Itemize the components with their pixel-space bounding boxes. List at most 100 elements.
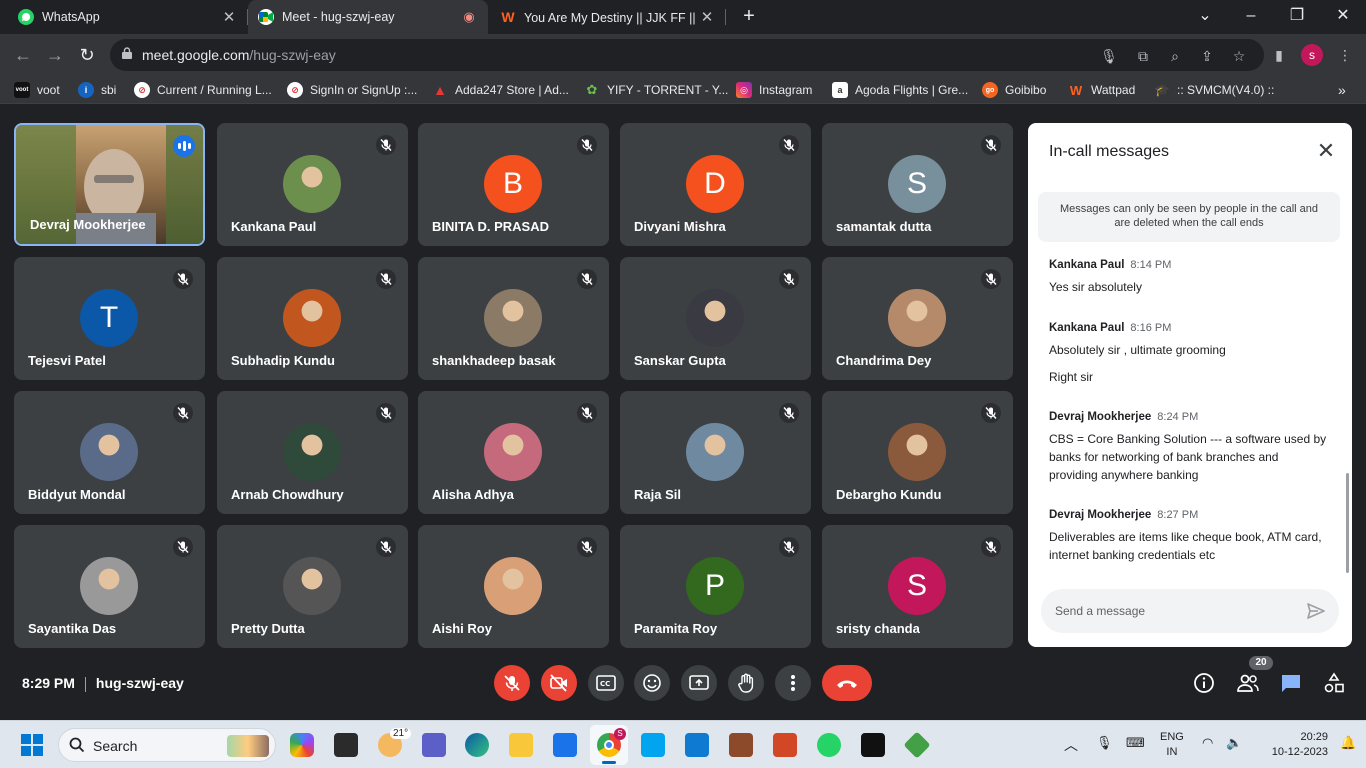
participant-tile[interactable]: D Divyani Mishra bbox=[620, 123, 811, 246]
participant-tile[interactable]: Kankana Paul bbox=[217, 123, 408, 246]
participant-tile[interactable]: P Paramita Roy bbox=[620, 525, 811, 648]
more-options-button[interactable] bbox=[775, 665, 811, 701]
windows-start-icon[interactable] bbox=[21, 734, 43, 761]
participant-tile[interactable]: Ssristy chanda bbox=[822, 525, 1013, 648]
participant-tile[interactable]: Aishi Roy bbox=[418, 525, 609, 648]
mic-muted-icon bbox=[779, 403, 799, 423]
bookmark-yify[interactable]: ✿ YIFY - TORRENT - Y... bbox=[584, 81, 729, 99]
wifi-icon[interactable]: ◠ bbox=[1202, 735, 1213, 751]
participant-tile[interactable]: Biddyut Mondal bbox=[14, 391, 205, 514]
people-button[interactable] bbox=[1236, 671, 1260, 695]
bookmark-signin[interactable]: ⊘ SignIn or SignUp :... bbox=[287, 81, 417, 99]
bookmark-voot[interactable]: voot voot bbox=[14, 81, 60, 99]
participant-tile[interactable]: Chandrima Dey bbox=[822, 257, 1013, 380]
side-panel-icon[interactable]: ▮ bbox=[1270, 46, 1288, 64]
language-indicator[interactable]: ENG IN bbox=[1160, 730, 1184, 760]
chat-scrollbar[interactable] bbox=[1346, 473, 1349, 573]
tab-whatsapp[interactable]: WhatsApp ✕ bbox=[8, 0, 248, 34]
participant-name: sristy chanda bbox=[836, 621, 920, 636]
bookmark-sbi[interactable]: i sbi bbox=[78, 81, 116, 99]
send-icon[interactable] bbox=[1307, 602, 1325, 620]
close-icon[interactable]: ✕ bbox=[220, 8, 238, 26]
bookmark-svmcm[interactable]: 🎓:: SVMCM(V4.0) :: bbox=[1154, 81, 1275, 99]
bookmark-star-icon[interactable]: ☆ bbox=[1230, 47, 1248, 65]
tab-search-chevron-icon[interactable]: ⌄ bbox=[1182, 0, 1228, 34]
forward-button[interactable]: → bbox=[42, 42, 68, 68]
new-tab-button[interactable]: + bbox=[738, 5, 760, 27]
tab-meet[interactable]: Meet - hug-szwj-eay ◉ bbox=[248, 0, 488, 34]
powerpoint-icon[interactable] bbox=[773, 733, 797, 757]
message-input[interactable]: Send a message bbox=[1041, 589, 1339, 633]
chat-button[interactable] bbox=[1279, 671, 1303, 695]
whatsapp-icon[interactable] bbox=[817, 733, 841, 757]
leave-call-button[interactable] bbox=[822, 665, 872, 701]
bookmark-adda247[interactable]: ▲ Adda247 Store | Ad... bbox=[432, 81, 569, 99]
participant-tile[interactable]: B BINITA D. PRASAD bbox=[418, 123, 609, 246]
close-window-button[interactable]: ✕ bbox=[1320, 0, 1366, 34]
browser-toolbar: ← → ↻ meet.google.com/hug-szwj-eay 🎙 ⧉ ⌕… bbox=[0, 34, 1366, 76]
participant-tile[interactable]: Subhadip Kundu bbox=[217, 257, 408, 380]
participant-tile[interactable]: Raja Sil bbox=[620, 391, 811, 514]
avatar bbox=[888, 289, 946, 347]
address-bar[interactable]: meet.google.com/hug-szwj-eay 🎙 ⧉ ⌕ ⇪ ☆ bbox=[110, 39, 1264, 71]
participant-tile[interactable]: shankhadeep basak bbox=[418, 257, 609, 380]
participant-tile[interactable]: Debargho Kundu bbox=[822, 391, 1013, 514]
minimize-button[interactable]: – bbox=[1228, 0, 1274, 34]
more-bookmarks-chevron-icon[interactable]: » bbox=[1338, 81, 1346, 99]
bookmark-wattpad[interactable]: W Wattpad bbox=[1068, 81, 1135, 99]
reload-button[interactable]: ↻ bbox=[74, 42, 100, 68]
menu-kebab-icon[interactable]: ⋮ bbox=[1336, 46, 1354, 64]
mic-muted-icon bbox=[981, 537, 1001, 557]
bookmark-instagram[interactable]: ◎ Instagram bbox=[736, 81, 812, 99]
tray-keyboard-icon[interactable]: ⌨ bbox=[1126, 735, 1145, 751]
media-app-icon[interactable] bbox=[729, 733, 753, 757]
participant-tile[interactable]: Ssamantak dutta bbox=[822, 123, 1013, 246]
mic-toggle-button[interactable] bbox=[494, 665, 530, 701]
tray-microphone-icon[interactable]: 🎙 bbox=[1096, 735, 1113, 751]
file-explorer-icon[interactable] bbox=[509, 733, 533, 757]
activities-button[interactable] bbox=[1322, 671, 1346, 695]
restore-button[interactable]: ❐ bbox=[1274, 0, 1320, 34]
raise-hand-button[interactable] bbox=[728, 665, 764, 701]
volume-icon[interactable]: 🔈 bbox=[1226, 735, 1242, 751]
notifications-bell-icon[interactable]: 🔔 bbox=[1340, 735, 1356, 751]
reactions-button[interactable] bbox=[634, 665, 670, 701]
meeting-details-button[interactable] bbox=[1192, 671, 1216, 695]
participant-tile[interactable]: Pretty Dutta bbox=[217, 525, 408, 648]
copilot-icon[interactable] bbox=[290, 733, 314, 757]
remote-desktop-icon[interactable] bbox=[641, 733, 665, 757]
captions-button[interactable]: CC bbox=[588, 665, 624, 701]
bookmark-agoda[interactable]: a Agoda Flights | Gre... bbox=[832, 81, 968, 99]
vscode-icon[interactable] bbox=[685, 733, 709, 757]
mail-icon[interactable] bbox=[553, 733, 577, 757]
participant-tile[interactable]: Sayantika Das bbox=[14, 525, 205, 648]
present-screen-button[interactable] bbox=[681, 665, 717, 701]
tab-wattpad[interactable]: W You Are My Destiny || JJK FF || ✓ ✕ bbox=[490, 0, 726, 34]
participant-tile[interactable]: Alisha Adhya bbox=[418, 391, 609, 514]
microphone-icon[interactable]: 🎙 bbox=[1100, 47, 1118, 65]
participant-tile[interactable]: Sanskar Gupta bbox=[620, 257, 811, 380]
bookmark-current-running[interactable]: ⊘ Current / Running L... bbox=[134, 81, 272, 99]
bookmark-goibibo[interactable]: go Goibibo bbox=[982, 81, 1046, 99]
tray-overflow-chevron-icon[interactable]: ︿ bbox=[1064, 735, 1078, 755]
taskbar-search[interactable]: Search bbox=[58, 728, 276, 762]
participant-tile[interactable]: Arnab Chowdhury bbox=[217, 391, 408, 514]
participant-tile[interactable]: Devraj Mookherjee bbox=[14, 123, 205, 246]
share-icon[interactable]: ⇪ bbox=[1198, 47, 1216, 65]
zoom-icon[interactable]: ⌕ bbox=[1166, 47, 1184, 65]
edge-icon[interactable] bbox=[465, 733, 489, 757]
profile-avatar[interactable]: s bbox=[1301, 44, 1323, 66]
teams-icon[interactable] bbox=[422, 733, 446, 757]
open-in-window-icon[interactable]: ⧉ bbox=[1134, 47, 1152, 65]
chrome-taskbar-button[interactable]: S bbox=[590, 725, 628, 765]
node-icon[interactable] bbox=[903, 731, 931, 759]
task-view-icon[interactable] bbox=[334, 733, 358, 757]
close-panel-button[interactable]: ✕ bbox=[1314, 139, 1338, 163]
camera-toggle-button[interactable] bbox=[541, 665, 577, 701]
back-button[interactable]: ← bbox=[10, 42, 36, 68]
terminal-icon[interactable] bbox=[861, 733, 885, 757]
system-clock[interactable]: 20:29 10-12-2023 bbox=[1256, 730, 1328, 760]
participant-tile[interactable]: T Tejesvi Patel bbox=[14, 257, 205, 380]
close-icon[interactable]: ✕ bbox=[698, 8, 716, 26]
svg-text:CC: CC bbox=[600, 680, 610, 688]
